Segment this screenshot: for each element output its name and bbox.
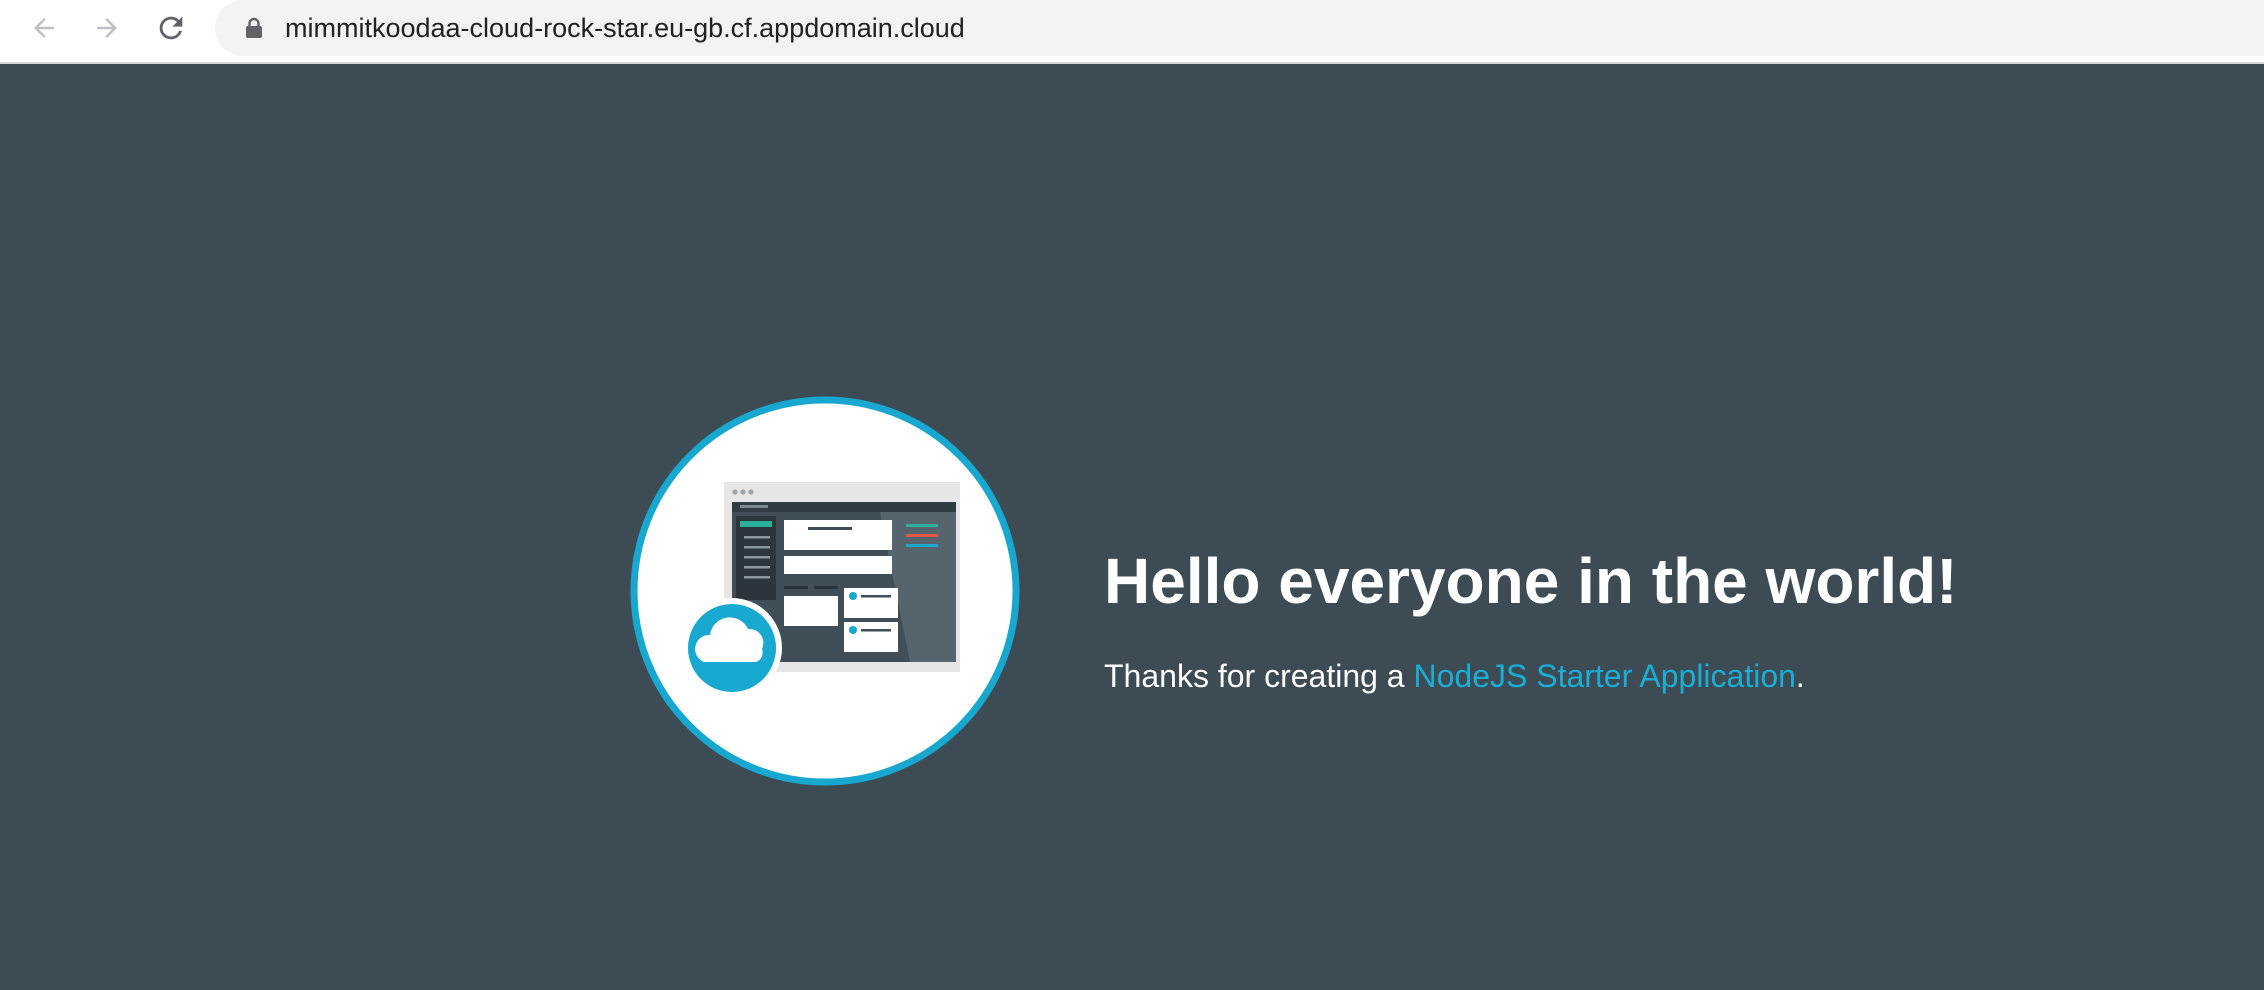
arrow-right-icon <box>97 18 117 38</box>
hero-text: Hello everyone in the world! Thanks for … <box>1104 544 2104 695</box>
page-title: Hello everyone in the world! <box>1104 545 1958 617</box>
cloud-app-illustration-icon <box>630 396 1020 786</box>
subline-prefix: Thanks for creating a <box>1104 658 1414 694</box>
browser-toolbar: mimmitkoodaa-cloud-rock-star.eu-gb.cf.ap… <box>0 0 2264 64</box>
subline-suffix: . <box>1795 658 1805 694</box>
forward-button[interactable] <box>85 6 129 50</box>
reload-icon <box>159 16 183 40</box>
page-content: Hello everyone in the world! Thanks for … <box>0 64 2264 990</box>
address-bar[interactable]: mimmitkoodaa-cloud-rock-star.eu-gb.cf.ap… <box>215 0 2264 56</box>
reload-button[interactable] <box>149 6 193 50</box>
nodejs-starter-link[interactable]: NodeJS Starter Application <box>1413 658 1795 694</box>
arrow-left-icon <box>34 18 54 38</box>
url-text[interactable]: mimmitkoodaa-cloud-rock-star.eu-gb.cf.ap… <box>285 13 965 44</box>
back-button[interactable] <box>22 6 66 50</box>
lock-icon[interactable] <box>243 15 265 41</box>
page-subtitle: Thanks for creating a NodeJS Starter App… <box>1104 658 2104 695</box>
